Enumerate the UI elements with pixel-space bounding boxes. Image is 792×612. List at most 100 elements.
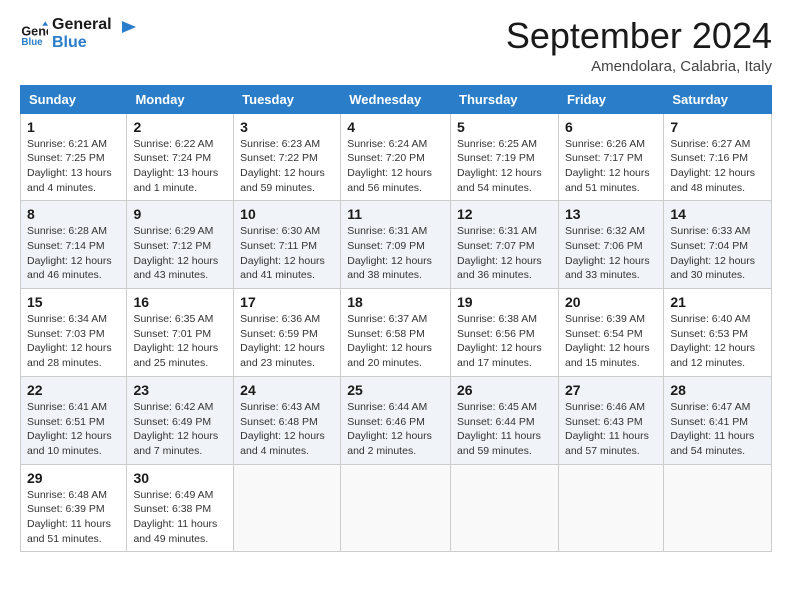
day-number: 28 (670, 382, 765, 398)
day-detail: Sunrise: 6:47 AM Sunset: 6:41 PM Dayligh… (670, 400, 765, 459)
day-number: 4 (347, 119, 444, 135)
day-detail: Sunrise: 6:45 AM Sunset: 6:44 PM Dayligh… (457, 400, 552, 459)
table-row (664, 464, 772, 552)
svg-text:Blue: Blue (21, 38, 43, 49)
location-title: Amendolara, Calabria, Italy (506, 58, 772, 75)
day-number: 12 (457, 206, 552, 222)
logo: General Blue General Blue (20, 16, 140, 53)
th-thursday: Thursday (451, 85, 559, 113)
table-row: 11 Sunrise: 6:31 AM Sunset: 7:09 PM Dayli… (341, 201, 451, 289)
table-row: 18Sunrise: 6:37 AM Sunset: 6:58 PM Dayli… (341, 289, 451, 377)
day-detail: Sunrise: 6:44 AM Sunset: 6:46 PM Dayligh… (347, 400, 444, 459)
day-detail: Sunrise: 6:49 AM Sunset: 6:38 PM Dayligh… (133, 488, 227, 547)
th-wednesday: Wednesday (341, 85, 451, 113)
th-sunday: Sunday (21, 85, 127, 113)
calendar-week-row: 15 Sunrise: 6:34 AM Sunset: 7:03 PM Dayli… (21, 289, 772, 377)
svg-text:General: General (21, 25, 48, 39)
title-block: September 2024 Amendolara, Calabria, Ita… (506, 16, 772, 75)
logo-general: General (52, 16, 112, 34)
logo-flag-icon (118, 19, 140, 41)
table-row: 12Sunrise: 6:31 AM Sunset: 7:07 PM Dayli… (451, 201, 559, 289)
table-row: 1 Sunrise: 6:21 AM Sunset: 7:25 PM Daylig… (21, 113, 127, 201)
day-detail: Sunrise: 6:21 AM Sunset: 7:25 PM Dayligh… (27, 137, 120, 196)
table-row: 2 Sunrise: 6:22 AM Sunset: 7:24 PM Daylig… (127, 113, 234, 201)
day-detail: Sunrise: 6:31 AM Sunset: 7:09 PM Dayligh… (347, 224, 444, 283)
table-row: 23Sunrise: 6:42 AM Sunset: 6:49 PM Dayli… (127, 376, 234, 464)
table-row: 9 Sunrise: 6:29 AM Sunset: 7:12 PM Daylig… (127, 201, 234, 289)
table-row (451, 464, 559, 552)
day-detail: Sunrise: 6:42 AM Sunset: 6:49 PM Dayligh… (133, 400, 227, 459)
header: General Blue General Blue September 2024… (20, 16, 772, 75)
day-number: 11 (347, 206, 444, 222)
table-row: 30 Sunrise: 6:49 AM Sunset: 6:38 PM Dayli… (127, 464, 234, 552)
table-row: 13 Sunrise: 6:32 AM Sunset: 7:06 PM Dayli… (558, 201, 663, 289)
table-row (558, 464, 663, 552)
table-row: 19 Sunrise: 6:38 AM Sunset: 6:56 PM Dayli… (451, 289, 559, 377)
table-row: 4 Sunrise: 6:24 AM Sunset: 7:20 PM Daylig… (341, 113, 451, 201)
day-detail: Sunrise: 6:38 AM Sunset: 6:56 PM Dayligh… (457, 312, 552, 371)
table-row: 25 Sunrise: 6:44 AM Sunset: 6:46 PM Dayli… (341, 376, 451, 464)
day-detail: Sunrise: 6:39 AM Sunset: 6:54 PM Dayligh… (565, 312, 657, 371)
table-row (234, 464, 341, 552)
day-detail: Sunrise: 6:28 AM Sunset: 7:14 PM Dayligh… (27, 224, 120, 283)
table-row: 7Sunrise: 6:27 AM Sunset: 7:16 PM Daylig… (664, 113, 772, 201)
table-row: 21Sunrise: 6:40 AM Sunset: 6:53 PM Dayli… (664, 289, 772, 377)
day-detail: Sunrise: 6:33 AM Sunset: 7:04 PM Dayligh… (670, 224, 765, 283)
day-detail: Sunrise: 6:30 AM Sunset: 7:11 PM Dayligh… (240, 224, 334, 283)
th-saturday: Saturday (664, 85, 772, 113)
calendar-week-row: 22Sunrise: 6:41 AM Sunset: 6:51 PM Dayli… (21, 376, 772, 464)
month-title: September 2024 (506, 16, 772, 56)
day-detail: Sunrise: 6:29 AM Sunset: 7:12 PM Dayligh… (133, 224, 227, 283)
table-row: 22Sunrise: 6:41 AM Sunset: 6:51 PM Dayli… (21, 376, 127, 464)
day-number: 22 (27, 382, 120, 398)
day-detail: Sunrise: 6:36 AM Sunset: 6:59 PM Dayligh… (240, 312, 334, 371)
day-detail: Sunrise: 6:32 AM Sunset: 7:06 PM Dayligh… (565, 224, 657, 283)
day-number: 27 (565, 382, 657, 398)
day-number: 26 (457, 382, 552, 398)
table-row: 17 Sunrise: 6:36 AM Sunset: 6:59 PM Dayli… (234, 289, 341, 377)
day-number: 16 (133, 294, 227, 310)
day-detail: Sunrise: 6:24 AM Sunset: 7:20 PM Dayligh… (347, 137, 444, 196)
th-monday: Monday (127, 85, 234, 113)
table-row: 5 Sunrise: 6:25 AM Sunset: 7:19 PM Daylig… (451, 113, 559, 201)
day-detail: Sunrise: 6:43 AM Sunset: 6:48 PM Dayligh… (240, 400, 334, 459)
day-detail: Sunrise: 6:23 AM Sunset: 7:22 PM Dayligh… (240, 137, 334, 196)
table-row (341, 464, 451, 552)
day-number: 1 (27, 119, 120, 135)
logo-blue: Blue (52, 34, 112, 52)
day-number: 9 (133, 206, 227, 222)
day-number: 25 (347, 382, 444, 398)
day-number: 19 (457, 294, 552, 310)
table-row: 29 Sunrise: 6:48 AM Sunset: 6:39 PM Dayli… (21, 464, 127, 552)
calendar-header-row: Sunday Monday Tuesday Wednesday Thursday… (21, 85, 772, 113)
day-detail: Sunrise: 6:26 AM Sunset: 7:17 PM Dayligh… (565, 137, 657, 196)
table-row: 3 Sunrise: 6:23 AM Sunset: 7:22 PM Daylig… (234, 113, 341, 201)
th-friday: Friday (558, 85, 663, 113)
day-detail: Sunrise: 6:37 AM Sunset: 6:58 PM Dayligh… (347, 312, 444, 371)
day-detail: Sunrise: 6:35 AM Sunset: 7:01 PM Dayligh… (133, 312, 227, 371)
day-number: 30 (133, 470, 227, 486)
day-number: 6 (565, 119, 657, 135)
day-number: 29 (27, 470, 120, 486)
day-number: 7 (670, 119, 765, 135)
page: General Blue General Blue September 2024… (0, 0, 792, 568)
day-number: 17 (240, 294, 334, 310)
logo-icon: General Blue (20, 20, 48, 48)
day-number: 2 (133, 119, 227, 135)
day-number: 10 (240, 206, 334, 222)
day-number: 13 (565, 206, 657, 222)
calendar-week-row: 29 Sunrise: 6:48 AM Sunset: 6:39 PM Dayli… (21, 464, 772, 552)
day-detail: Sunrise: 6:25 AM Sunset: 7:19 PM Dayligh… (457, 137, 552, 196)
day-detail: Sunrise: 6:48 AM Sunset: 6:39 PM Dayligh… (27, 488, 120, 547)
day-number: 24 (240, 382, 334, 398)
table-row: 26 Sunrise: 6:45 AM Sunset: 6:44 PM Dayli… (451, 376, 559, 464)
day-number: 3 (240, 119, 334, 135)
table-row: 15 Sunrise: 6:34 AM Sunset: 7:03 PM Dayli… (21, 289, 127, 377)
day-number: 5 (457, 119, 552, 135)
day-detail: Sunrise: 6:34 AM Sunset: 7:03 PM Dayligh… (27, 312, 120, 371)
day-number: 21 (670, 294, 765, 310)
day-detail: Sunrise: 6:22 AM Sunset: 7:24 PM Dayligh… (133, 137, 227, 196)
table-row: 10 Sunrise: 6:30 AM Sunset: 7:11 PM Dayli… (234, 201, 341, 289)
day-number: 15 (27, 294, 120, 310)
day-number: 20 (565, 294, 657, 310)
